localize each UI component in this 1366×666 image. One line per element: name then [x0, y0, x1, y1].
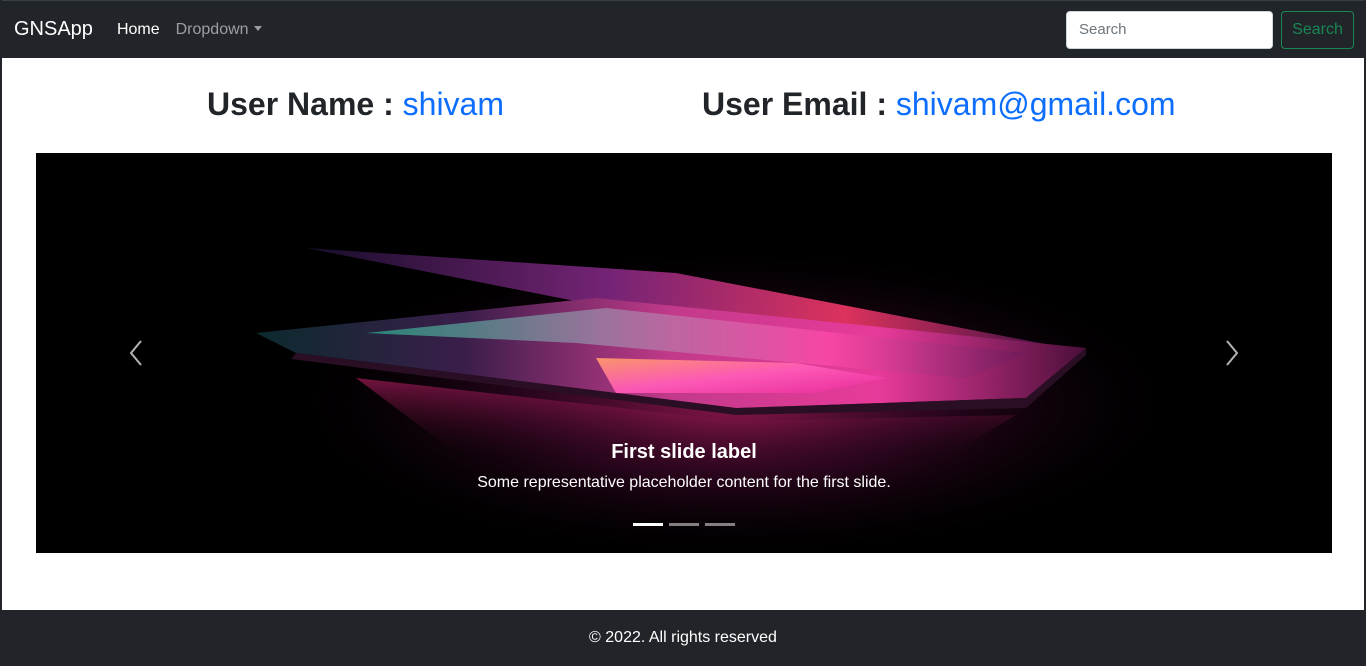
carousel: First slide label Some representative pl…: [36, 153, 1332, 553]
carousel-indicators: [36, 523, 1332, 526]
nav-dropdown-toggle[interactable]: Dropdown: [176, 21, 262, 39]
user-email-field: User Email : shivam@gmail.com: [702, 86, 1176, 123]
carousel-indicator-1[interactable]: [633, 523, 663, 526]
user-email-value: shivam@gmail.com: [895, 86, 1176, 122]
search-input[interactable]: [1066, 10, 1273, 49]
brand-link[interactable]: GNSApp: [14, 18, 93, 41]
user-name-value: shivam: [402, 86, 504, 122]
carousel-prev-button[interactable]: [36, 153, 236, 553]
user-info: User Name : shivam User Email : shivam@g…: [2, 86, 1364, 130]
caption-text: Some representative placeholder content …: [477, 474, 891, 491]
user-email-label: User Email :: [702, 86, 887, 122]
footer: © 2022. All rights reserved: [2, 610, 1364, 666]
caption-title: First slide label: [611, 441, 757, 463]
nav-dropdown-label: Dropdown: [175, 20, 249, 38]
footer-copyright: © 2022. All rights reserved: [589, 629, 777, 646]
caret-down-icon: [253, 25, 262, 31]
user-name-field: User Name : shivam: [207, 86, 504, 123]
carousel-indicator-2[interactable]: [669, 523, 699, 526]
carousel-caption: First slide label Some representative pl…: [36, 441, 1332, 492]
search-button[interactable]: Search: [1281, 10, 1354, 49]
chevron-right-icon: [1226, 340, 1239, 366]
carousel-next-button[interactable]: [1132, 153, 1332, 553]
nav-link-home[interactable]: Home: [117, 21, 160, 39]
chevron-left-icon: [129, 340, 142, 366]
carousel-indicator-3[interactable]: [705, 523, 735, 526]
search-form: Search: [1066, 10, 1354, 49]
user-name-label: User Name :: [207, 86, 394, 122]
page: GNSApp Home Dropdown Search User Name : …: [0, 0, 1366, 666]
navbar: GNSApp Home Dropdown Search: [2, 0, 1364, 58]
